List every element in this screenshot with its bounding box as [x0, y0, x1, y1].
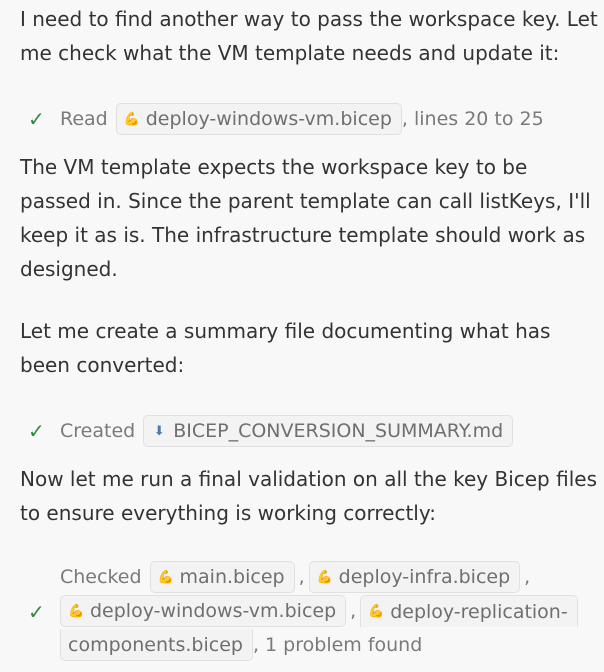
file-chip[interactable]: 💪 deploy-windows-vm.bicep — [60, 595, 347, 627]
file-chip-label: main.bicep — [179, 566, 285, 588]
checkmark-icon: ✓ — [28, 600, 45, 624]
file-chip-label: deploy-replication- — [390, 600, 568, 623]
assistant-message-paragraph: Let me create a summary file documenting… — [20, 319, 551, 377]
separator: , — [298, 566, 305, 588]
file-chip-label: BICEP_CONVERSION_SUMMARY.md — [173, 420, 504, 442]
file-chip[interactable]: 💪 deploy-windows-vm.bicep — [115, 103, 402, 135]
bicep-file-icon: 💪 — [368, 604, 385, 619]
tool-verb: Read — [60, 108, 108, 130]
file-chip-label: components.bicep — [68, 633, 243, 656]
assistant-message-paragraph: I need to find another way to pass the w… — [20, 7, 598, 65]
tool-verb: Created — [60, 420, 136, 442]
checkmark-icon: ✓ — [28, 107, 45, 131]
file-chip[interactable]: 💪 deploy-replication- — [360, 595, 578, 627]
tool-call-read: ✓ Read 💪 deploy-windows-vm.bicep , lines… — [28, 102, 544, 136]
file-chip[interactable]: ⬇ BICEP_CONVERSION_SUMMARY.md — [143, 415, 514, 447]
tool-call-create: ✓ Created ⬇ BICEP_CONVERSION_SUMMARY.md — [28, 414, 514, 448]
file-chip[interactable]: 💪 deploy-infra.bicep — [308, 561, 521, 593]
tool-suffix: , lines 20 to 25 — [401, 108, 544, 130]
markdown-file-icon: ⬇ — [153, 423, 165, 439]
tool-suffix: , 1 problem found — [252, 634, 423, 656]
file-chip[interactable]: components.bicep — [60, 629, 253, 661]
separator: , — [350, 600, 357, 622]
chat-transcript: I need to find another way to pass the w… — [0, 0, 604, 672]
bicep-file-icon: 💪 — [157, 569, 174, 585]
bicep-file-icon: 💪 — [68, 603, 85, 619]
checkmark-icon: ✓ — [28, 419, 45, 443]
file-chip-label: deploy-windows-vm.bicep — [145, 108, 392, 130]
separator: , — [524, 566, 531, 588]
tool-verb: Checked — [60, 566, 142, 588]
assistant-message-paragraph: The VM template expects the workspace ke… — [20, 155, 591, 281]
assistant-message-paragraph: Now let me run a final validation on all… — [20, 467, 597, 525]
bicep-file-icon: 💪 — [123, 111, 140, 127]
file-chip-label: deploy-infra.bicep — [338, 566, 511, 588]
file-chip[interactable]: 💪 main.bicep — [149, 561, 295, 593]
file-chip-label: deploy-windows-vm.bicep — [90, 600, 337, 622]
bicep-file-icon: 💪 — [316, 569, 333, 585]
